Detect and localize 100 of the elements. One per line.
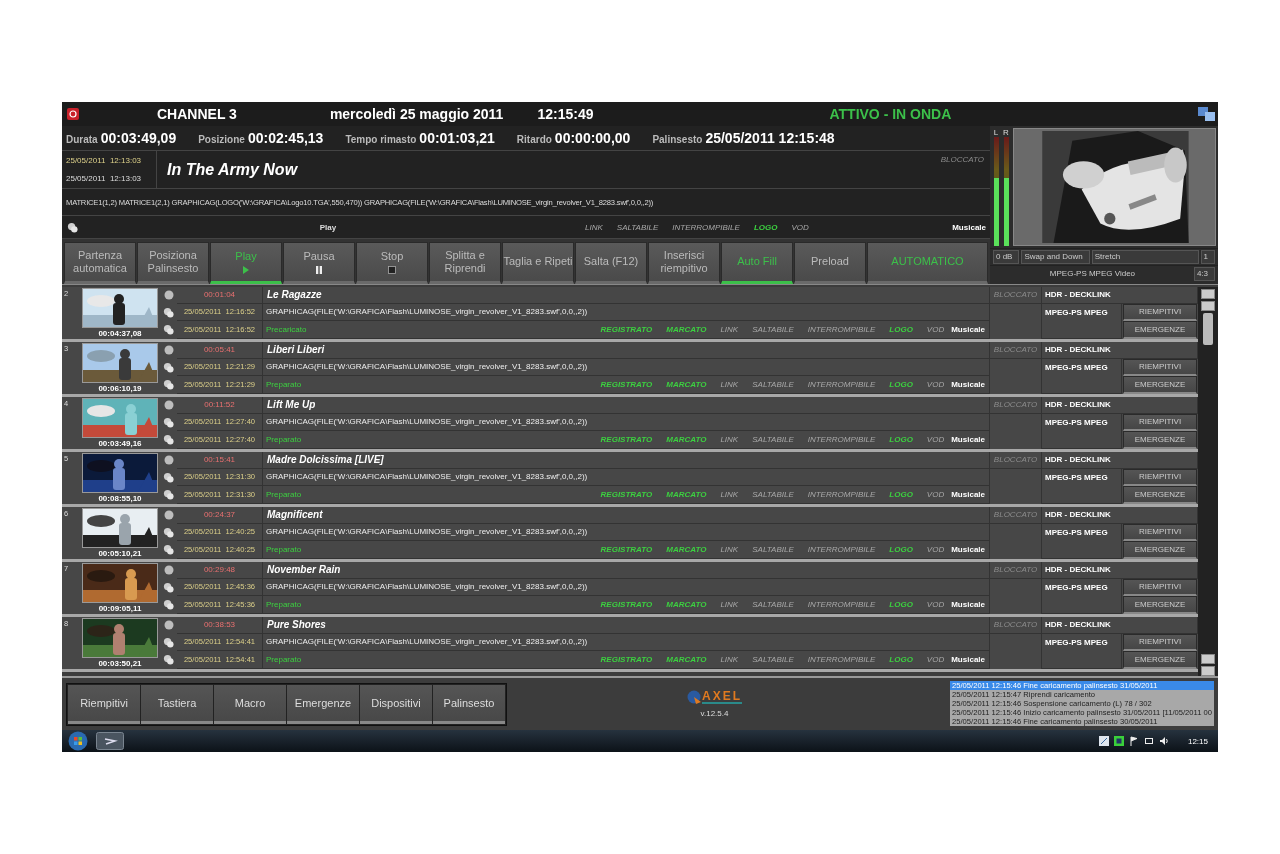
- panel-button[interactable]: Tastiera: [141, 684, 213, 724]
- stat-value: 00:02:45,13: [247, 129, 324, 146]
- action-label: Play: [318, 222, 338, 232]
- control-button[interactable]: Salta (F12): [575, 241, 647, 284]
- audio-dropdown[interactable]: 0 dB: [993, 249, 1020, 264]
- playlist-row[interactable]: [62, 341, 1198, 397]
- flag-label: REGISTRATO: [599, 544, 654, 554]
- lock-label: BLOCCATO: [990, 561, 1042, 579]
- tray-app-icon[interactable]: [1098, 736, 1109, 746]
- flag-label: LINK: [719, 489, 740, 499]
- panel-button[interactable]: Riempitivi: [68, 684, 140, 724]
- scrollbar[interactable]: [1198, 286, 1218, 677]
- clip-duration: 00:04:37,08: [98, 328, 142, 338]
- genre-label: Musicale: [951, 379, 985, 389]
- flag-label: LINK: [584, 222, 604, 232]
- panel-button[interactable]: Dispositivi: [360, 684, 432, 724]
- panel-button[interactable]: Emergenze: [287, 684, 359, 724]
- flag-label: SALTABILE: [751, 434, 795, 444]
- flag-label: LINK: [719, 379, 740, 389]
- flag-label: LINK: [719, 654, 740, 664]
- windows-icon[interactable]: [1198, 105, 1216, 122]
- tag-icon: [67, 221, 78, 233]
- format-label: MPEG-PS MPEG Video: [1048, 269, 1137, 279]
- scroll-bottom-button[interactable]: [1201, 654, 1215, 665]
- control-button[interactable]: Preload: [794, 241, 866, 284]
- status-dot-icon: [163, 565, 174, 576]
- panel-button[interactable]: Macro: [214, 684, 286, 724]
- flag-label: VOD: [925, 489, 946, 499]
- flag-icon[interactable]: [1128, 736, 1139, 746]
- time-offset: 00:11:52: [177, 396, 263, 414]
- taskbar-app-icon[interactable]: [96, 732, 124, 750]
- format-label: MPEG-PS MPEG: [1042, 523, 1122, 559]
- transition-dropdown[interactable]: Swap and Down: [1021, 249, 1090, 264]
- device-name: HDR - DECKLINK: [1042, 561, 1198, 579]
- scroll-up-button[interactable]: [1201, 288, 1215, 299]
- flag-label: MARCATO: [665, 654, 708, 664]
- status-label: Preparato: [266, 599, 303, 609]
- tray-network-icon[interactable]: [1113, 736, 1124, 746]
- channel-label: R: [1003, 127, 1009, 137]
- control-button[interactable]: Splitta e Riprendi: [429, 241, 501, 284]
- control-button[interactable]: Stop: [356, 241, 428, 284]
- control-button[interactable]: Auto Fill: [721, 241, 793, 284]
- playlist-row[interactable]: [62, 396, 1198, 452]
- playlist-row[interactable]: [62, 616, 1198, 672]
- tag-icon: [163, 636, 174, 648]
- status-dot-icon: [163, 620, 174, 631]
- flag-label: SALTABILE: [751, 324, 795, 334]
- control-button[interactable]: Taglia e Ripeti: [502, 241, 574, 284]
- playlist-row[interactable]: [62, 451, 1198, 507]
- control-button[interactable]: AUTOMATICO: [867, 241, 988, 284]
- command-text: GRAPHICAG(FILE('W:\GRAFICA\Flash\LUMINOSE_virgin_revolver_V1_8283.swf',0,0,,2)): [263, 633, 990, 651]
- flag-label: MARCATO: [665, 434, 708, 444]
- clip-title: Magnificent: [263, 506, 990, 524]
- layer-dropdown[interactable]: 1: [1200, 249, 1215, 264]
- tag-icon: [163, 526, 174, 538]
- playlist-row[interactable]: [62, 286, 1198, 342]
- tag-icon: [163, 416, 174, 428]
- flag-label: INTERROMPIBILE: [806, 489, 877, 499]
- status-dot-icon: [163, 290, 174, 301]
- flag-label: SALTABILE: [751, 379, 795, 389]
- status-label: Precaricato: [266, 324, 308, 334]
- volume-icon[interactable]: [1158, 736, 1169, 746]
- current-title: In The Army Now: [167, 160, 298, 179]
- time-offset: 00:15:41: [177, 451, 263, 469]
- scroll-top-button[interactable]: [1201, 300, 1215, 311]
- control-button[interactable]: Posiziona Palinsesto: [137, 241, 209, 284]
- format-label: MPEG-PS MPEG: [1042, 413, 1122, 449]
- channel-label: L: [993, 127, 999, 137]
- control-button[interactable]: Inserisci riempitivo: [648, 241, 720, 284]
- clip-title: November Rain: [263, 561, 990, 579]
- control-button[interactable]: Pausa: [283, 241, 355, 284]
- format-label: MPEG-PS MPEG: [1042, 578, 1122, 614]
- clip-duration: 00:03:50,21: [98, 658, 142, 668]
- status-label: Preparato: [266, 489, 303, 499]
- playlist-row[interactable]: [62, 506, 1198, 562]
- status-label: Preparato: [266, 544, 303, 554]
- start-button[interactable]: [68, 731, 88, 751]
- scroll-thumb[interactable]: [1203, 312, 1213, 345]
- flag-label: REGISTRATO: [599, 654, 654, 664]
- lock-label: BLOCCATO: [990, 396, 1042, 414]
- playlist-row[interactable]: [62, 561, 1198, 617]
- clock: 12:15: [1187, 736, 1208, 746]
- tag-icon: [163, 379, 174, 391]
- status-dot-icon: [163, 345, 174, 356]
- logo-icon: [687, 690, 701, 705]
- clip-duration: 00:08:55,10: [98, 493, 142, 503]
- flag-label: INTERROMPIBILE: [806, 434, 877, 444]
- scaling-dropdown[interactable]: Stretch: [1091, 249, 1199, 264]
- panel-button[interactable]: Palinsesto: [433, 684, 505, 724]
- tag-icon: [163, 434, 174, 446]
- time-offset: 00:01:04: [177, 286, 263, 304]
- flag-label: REGISTRATO: [599, 599, 654, 609]
- control-button[interactable]: Partenza automatica: [64, 241, 136, 284]
- command-text: GRAPHICAG(FILE('W:\GRAFICA\Flash\LUMINOSE_virgin_revolver_V1_8283.swf',0,0,,2)): [263, 523, 990, 541]
- aspect-dropdown[interactable]: 4:3: [1193, 266, 1215, 281]
- version-label: v.12.5.4: [700, 709, 729, 719]
- tag-icon: [163, 599, 174, 611]
- control-button[interactable]: Play: [210, 241, 282, 284]
- flag-label: REGISTRATO: [599, 379, 654, 389]
- tag-icon: [163, 324, 174, 336]
